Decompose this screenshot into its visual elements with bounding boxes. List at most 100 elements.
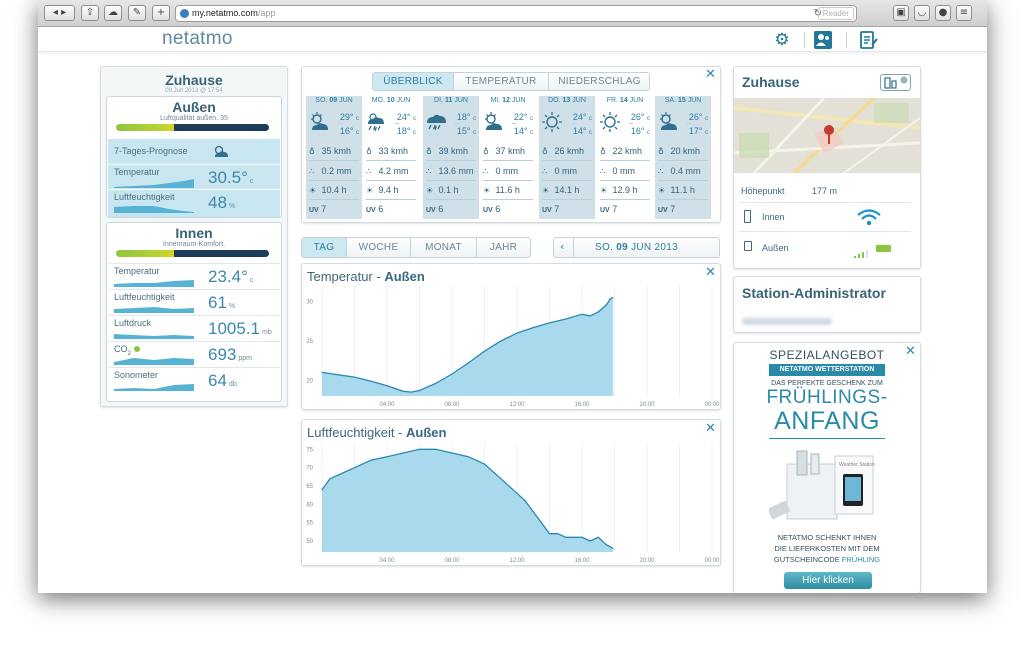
forecast-day[interactable]: MI. 12 JUN 22° c 14° c ♁ 37 kmh ∴ 0 mm ☀ 11.6…	[480, 96, 536, 219]
reader-button[interactable]: Reader	[817, 7, 854, 20]
share-icon[interactable]: ⇪	[81, 5, 99, 21]
outdoor-humidity-row[interactable]: Luftfeuchtigkeit 48%	[108, 189, 280, 217]
uv-label: UV	[658, 207, 668, 214]
rain-drops-icon: ∴	[542, 167, 548, 176]
data-point	[540, 522, 542, 524]
tab-year[interactable]: JAHR	[477, 238, 530, 257]
indoor-pressure-row[interactable]: Luftdruck 1005.1 mb	[108, 315, 280, 340]
screenshot-icon[interactable]: ▣	[893, 5, 909, 21]
wind-value: 22 kmh	[612, 146, 643, 156]
station-summary-panel: Zuhause 09.Jun.2013 @ 17:54 Außen Luftqu…	[100, 66, 288, 407]
row-divider	[366, 199, 416, 200]
forecast-day[interactable]: SO. 09 JUN 29° c 16° c ♁ 35 kmh ∴ 0.2 mm ☀ 10…	[306, 96, 362, 219]
indoor-temp-sparkline	[114, 280, 194, 287]
tab-overview[interactable]: ÜBERBLICK	[373, 73, 454, 90]
temperature-chart[interactable]: 20 25 30 04:00 08:00 12:00 16:00 20:00 00:00	[302, 264, 720, 409]
temperature-chart-title: Temperatur - Außen	[307, 269, 425, 284]
adblock-icon[interactable]: ●	[935, 5, 951, 21]
indoor-comfort-bar	[116, 250, 269, 257]
temp-high: 18° c	[457, 112, 476, 122]
forecast-panel: ÜBERBLICK TEMPERATUR NIEDERSCHLAG ✕ SO. …	[301, 66, 721, 223]
uv-index: UV 6	[366, 204, 383, 214]
data-point	[451, 373, 453, 375]
rain-amount: ∴ 0 mm	[483, 166, 518, 176]
close-temperature-chart-icon[interactable]: ✕	[705, 265, 716, 280]
data-point	[483, 350, 486, 352]
temp-high: 26° c	[689, 112, 708, 122]
date-weekday: SO.	[595, 242, 614, 253]
tab-day[interactable]: TAG	[302, 238, 347, 257]
tab-precipitation[interactable]: NIEDERSCHLAG	[549, 73, 649, 90]
temp-divider	[395, 123, 399, 124]
data-point	[353, 376, 356, 378]
forecast-day[interactable]: FR. 14 JUN 26° c 16° c ♁ 22 kmh ∴ 0 mm ☀ 12.9…	[597, 96, 653, 219]
data-point	[532, 511, 534, 513]
outdoor-temperature-row[interactable]: Temperatur 30.5° c	[108, 164, 280, 189]
forecast-row[interactable]: 7-Tages-Prognose	[108, 138, 280, 164]
outdoor-box: Außen Luftqualität außen. 35 7-Tages-Pro…	[106, 96, 282, 218]
indoor-press-sparkline	[114, 334, 194, 339]
day-number: 13	[562, 97, 571, 104]
station-modules-icon[interactable]	[880, 74, 911, 91]
forecast-day[interactable]: SA. 15 JUN 26° c 17° c ♁ 20 kmh ∴ 0.4 mm ☀ 11…	[655, 96, 711, 219]
close-humidity-chart-icon[interactable]: ✕	[705, 421, 716, 436]
forecast-day[interactable]: MO. 10 JUN 24° c 18° c ♁ 33 kmh ∴ 4.2 mm ☀ 9.…	[363, 96, 419, 219]
rain-drops-icon: ∴	[600, 167, 606, 176]
rain-drops-icon: ∴	[658, 167, 664, 176]
indoor-noise-row[interactable]: Sonometer 64 db	[108, 367, 280, 392]
outdoor-hum-label: Luftfeuchtigkeit	[114, 192, 175, 202]
uv-index: UV 7	[658, 204, 675, 214]
row-divider	[426, 199, 476, 200]
wrench-icon[interactable]: ✎	[128, 5, 146, 21]
data-point	[467, 456, 469, 458]
forecast-day[interactable]: DI. 11 JUN 18° c 15° c ♁ 39 kmh ∴ 13.6 mm ☀ 0…	[423, 96, 479, 219]
uv-index: UV 7	[600, 204, 617, 214]
sun-small-icon: ☀	[366, 186, 374, 195]
wind-speed: ♁ 37 kmh	[483, 146, 525, 156]
tab-temperature[interactable]: TEMPERATUR	[454, 73, 549, 90]
new-tab-icon[interactable]: +	[152, 5, 170, 21]
data-point	[386, 456, 388, 458]
tab-week[interactable]: WOCHE	[347, 238, 411, 257]
noise-label: Sonometer	[114, 370, 159, 380]
day-name: SO. 09 JUN	[306, 97, 362, 104]
temp-unit: c	[473, 130, 476, 136]
data-point	[353, 467, 356, 469]
sun-value: 14.1 h	[554, 185, 580, 195]
data-point	[597, 311, 599, 313]
indoor-humidity-row[interactable]: Luftfeuchtigkeit 61%	[108, 289, 280, 314]
indoor-co2-row[interactable]: CO2 693 ppm	[108, 341, 280, 366]
tab-month[interactable]: MONAT	[411, 238, 477, 257]
rain-amount: ∴ 0.4 mm	[658, 166, 701, 176]
indoor-temp-label: Temperatur	[114, 266, 160, 276]
data-point	[410, 391, 412, 393]
close-forecast-icon[interactable]: ✕	[705, 67, 716, 82]
day-month: JUN	[339, 97, 353, 104]
users-icon[interactable]	[813, 30, 833, 50]
outdoor-temp-sparkline	[114, 179, 194, 188]
cloud-icon[interactable]: ☁	[104, 5, 122, 21]
temp-low: 17° c	[689, 126, 708, 136]
temp-high: 29° c	[340, 112, 359, 122]
data-point	[532, 327, 534, 329]
back-forward-buttons[interactable]: ◂ ▸	[44, 5, 75, 21]
indoor-temperature-row[interactable]: Temperatur 23.4° c	[108, 263, 280, 288]
ad-click-button[interactable]: Hier klicken	[784, 572, 872, 589]
wind-speed: ♁ 33 kmh	[366, 146, 408, 156]
range-tabs: TAG WOCHE MONAT JAHR	[301, 237, 531, 258]
altitude-label: Höhepunkt	[741, 186, 785, 196]
forecast-day[interactable]: DO. 13 JUN 24° c 14° c ♁ 26 kmh ∴ 0 mm ☀ 14.1…	[539, 96, 595, 219]
pocket-icon[interactable]: ◡	[914, 5, 930, 21]
data-point	[524, 500, 526, 502]
netatmo-logo[interactable]: netatmo	[162, 28, 233, 50]
station-location-map[interactable]	[734, 98, 920, 173]
y-tick-label: 20	[306, 378, 313, 384]
sun-value: 12.9 h	[612, 185, 638, 195]
address-bar[interactable]: my.netatmo.com/app ↻ Reader	[175, 5, 857, 22]
uv-value: 6	[378, 204, 384, 214]
settings-gear-icon[interactable]: ⚙	[772, 30, 792, 50]
notes-icon[interactable]	[858, 30, 878, 50]
humidity-chart[interactable]: 50 55 60 65 70 75 04:00 08:00 12:00 16:00 20:00 00:…	[302, 420, 720, 565]
stack-icon[interactable]: ≡	[956, 5, 972, 21]
sun-value: 10.4 h	[321, 185, 347, 195]
